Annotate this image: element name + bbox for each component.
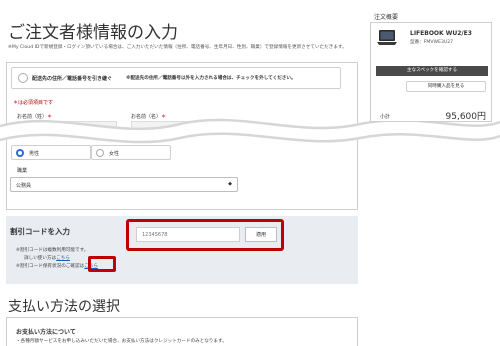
copy-address-label: 配送先の住所／電話番号を引き継ぐ — [32, 76, 113, 82]
select-arrow-icon: ◆ — [228, 181, 232, 187]
radio-unselected-icon — [96, 149, 104, 157]
product-name: LIFEBOOK WU2/E3 — [410, 30, 472, 37]
coupon-note-3: ※割引コード保有状況のご確認はこちら — [16, 263, 98, 269]
order-summary-title: 注文概要 — [374, 14, 399, 21]
subtotal-label: 小計 — [380, 114, 391, 120]
copy-address-checkbox-row[interactable]: 配送先の住所／電話番号を引き継ぐ ※配送先の住所／電話番号以外を入力される場合は… — [11, 67, 341, 89]
coupon-input-highlight — [126, 219, 284, 251]
coupon-note-2: 詳しい使い方はこちら — [24, 255, 70, 261]
coupon-usage-link[interactable]: こちら — [56, 256, 70, 261]
intro-note: ※My Cloud IDで新規登録・ログイン頂いている場合は、ご入力いただいた情… — [8, 45, 347, 50]
view-specs-button[interactable]: 主なスペックを確認する — [376, 66, 488, 76]
coupon-link-highlight — [88, 256, 116, 272]
page-title: ご注文者様情報の入力 — [8, 23, 178, 43]
coupon-note-1: ※割引コードは複数利用可能です。 — [16, 248, 89, 253]
coupon-title: 割引コードを入力 — [10, 227, 70, 236]
laptop-product-icon — [377, 30, 397, 45]
gender-male-label: 男性 — [29, 151, 40, 157]
occupation-label: 職業 — [17, 168, 28, 174]
copy-address-note: ※配送先の住所／電話番号以外を入力される場合は、チェックを外してください。 — [126, 76, 296, 81]
coupon-note-2-text: 詳しい使い方は — [24, 256, 57, 261]
payment-title: 支払い方法の選択 — [8, 299, 120, 315]
payment-subtitle: お支払い方法について — [16, 329, 76, 336]
occupation-select[interactable]: 公務員 ◆ — [10, 177, 238, 192]
gender-female-label: 女性 — [109, 151, 120, 157]
related-items-button[interactable]: 同時購入品を見る — [406, 81, 486, 92]
coupon-note-3-text: ※割引コード保有状況のご確認は — [16, 264, 85, 269]
occupation-value: 公務員 — [16, 183, 32, 189]
radio-selected-icon — [16, 149, 24, 157]
payment-note: ・各種月額サービスをお申し込みいただいた場合、お支払い方法はクレジットカードのみ… — [16, 339, 227, 344]
product-model: 型番：FMVWE3U27 — [410, 40, 454, 45]
subtotal-value: 95,600円 — [445, 112, 487, 122]
copy-address-checkbox[interactable] — [18, 73, 28, 83]
